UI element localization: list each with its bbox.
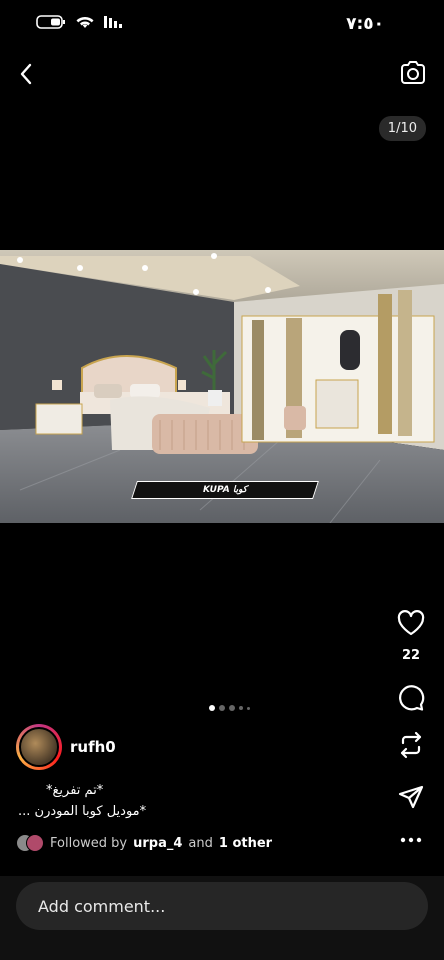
carousel-dot <box>219 705 225 711</box>
send-icon <box>397 783 425 815</box>
camera-icon <box>400 61 426 89</box>
chevron-left-icon <box>19 63 33 89</box>
username[interactable]: rufh0 <box>70 738 116 756</box>
heart-icon <box>397 610 425 640</box>
avatar-image <box>19 727 59 767</box>
battery-icon <box>36 14 66 33</box>
status-time: ٧:٥٠ <box>346 14 384 34</box>
more-horizontal-icon <box>399 832 423 851</box>
camera-button[interactable] <box>398 60 428 90</box>
followed-by-other[interactable]: 1 other <box>219 836 272 851</box>
followed-by-user[interactable]: urpa_4 <box>133 836 182 851</box>
mutual-avatar <box>26 834 44 852</box>
comment-button[interactable] <box>396 684 426 716</box>
like-count: 22 <box>401 648 421 663</box>
signal-icon <box>104 14 126 33</box>
followed-by-and: and <box>188 835 213 851</box>
caption-line-1: *تم تفريغ* <box>46 783 104 798</box>
carousel-dot <box>229 705 235 711</box>
followed-by-label: Followed by <box>50 835 128 851</box>
comment-input[interactable]: Add comment... <box>16 882 428 930</box>
more-options-button[interactable] <box>396 832 426 851</box>
user-avatar[interactable] <box>16 724 62 770</box>
post-photo[interactable]: KUPA كوبا <box>0 250 444 523</box>
followed-by-row[interactable]: Followed by urpa_4 and 1 other <box>16 834 272 852</box>
caption-line-2-text: *موديل كوبا المودرن ... <box>18 804 147 819</box>
mutual-avatars <box>16 834 44 852</box>
carousel-dot-active <box>209 705 215 711</box>
carousel-dots <box>209 705 250 711</box>
photo-caption: KUPA كوبا <box>131 481 319 499</box>
photo-caption-text: KUPA كوبا <box>202 485 248 495</box>
carousel-dot <box>247 706 250 710</box>
repost-icon <box>397 731 425 763</box>
repost-button[interactable] <box>396 731 426 763</box>
comment-bubble-icon <box>397 684 425 716</box>
like-button[interactable] <box>396 610 426 640</box>
back-button[interactable] <box>12 62 40 90</box>
share-button[interactable] <box>396 783 426 815</box>
wifi-icon <box>76 14 94 33</box>
caption-line-2[interactable]: *موديل كوبا المودرن ... <box>18 804 146 819</box>
carousel-dot <box>239 706 243 710</box>
status-icons <box>36 14 126 33</box>
page-counter: 1/10 <box>378 116 426 141</box>
